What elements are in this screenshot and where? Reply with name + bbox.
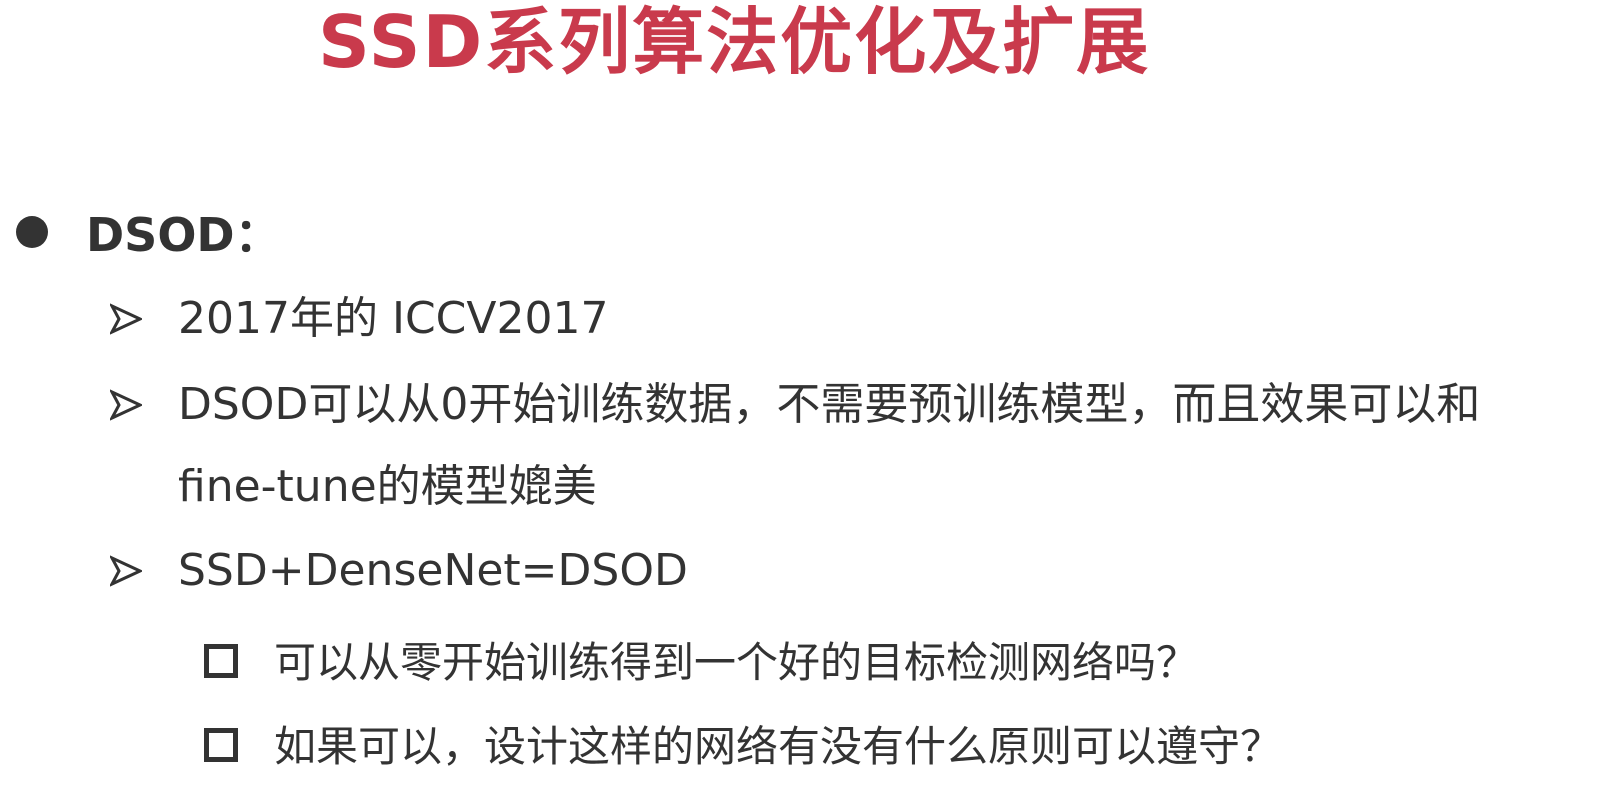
sub-bullet-training-text-line2: fine-tune的模型媲美 [178,461,597,512]
sub-sub-bullet-question-1: 可以从零开始训练得到一个好的目标检测网络吗？ [204,628,1198,690]
bullet-dsod-label: DSOD： [86,208,281,262]
arrowhead-icon [110,540,178,602]
sub-bullet-densenet: SSD+DenseNet=DSOD [110,540,688,602]
sub-sub-bullet-question-2: 如果可以，设计这样的网络有没有什么原则可以遵守？ [204,712,1282,774]
hollow-square-icon [204,728,238,762]
slide-title: SSD系列算法优化及扩展 [318,0,1151,84]
sub-sub-bullet-question-2-text: 如果可以，设计这样的网络有没有什么原则可以遵守？ [274,721,1283,771]
arrowhead-icon [110,288,178,350]
hollow-square-icon [204,644,238,678]
arrowhead-icon [110,374,178,436]
bullet-dsod: DSOD： [16,196,281,268]
filled-circle-icon [16,216,48,248]
sub-bullet-iccv-text: 2017年的 ICCV2017 [178,293,609,344]
sub-bullet-densenet-text: SSD+DenseNet=DSOD [178,545,688,596]
sub-sub-bullet-question-1-text: 可以从零开始训练得到一个好的目标检测网络吗？ [274,637,1199,687]
sub-bullet-training-text-line1: DSOD可以从0开始训练数据，不需要预训练模型，而且效果可以和 [178,379,1481,430]
sub-bullet-training: DSOD可以从0开始训练数据，不需要预训练模型，而且效果可以和 fine-tun… [110,374,1480,518]
sub-bullet-iccv: 2017年的 ICCV2017 [110,288,608,350]
